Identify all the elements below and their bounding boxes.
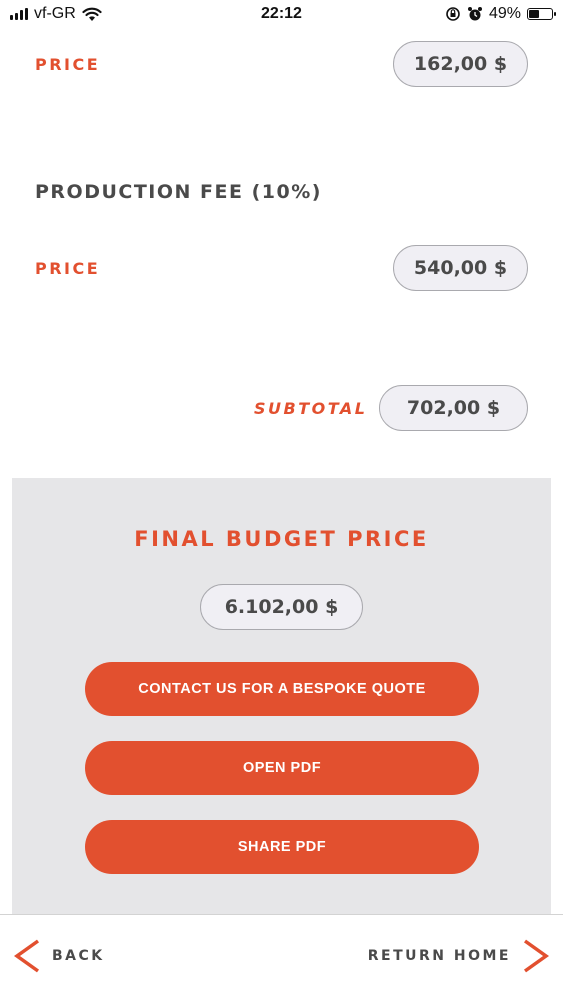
final-budget-title: FINAL BUDGET PRICE [134,527,429,551]
subtotal-value-field: 702,00 $ [379,385,528,431]
final-budget-value-field: 6.102,00 $ [200,584,363,630]
subtotal-label: SUBTOTAL [254,399,368,418]
open-pdf-button[interactable]: OPEN PDF [85,741,479,795]
back-label: BACK [52,948,105,964]
production-fee-price-label: PRICE [35,259,101,278]
chevron-right-icon [523,939,550,973]
share-pdf-button[interactable]: SHARE PDF [85,820,479,874]
chevron-left-icon [13,939,40,973]
price-value-field: 162,00 $ [393,41,528,87]
production-fee-heading: PRODUCTION FEE (10%) [35,181,322,203]
price-label: PRICE [35,55,101,74]
back-nav-button[interactable]: BACK [12,938,105,974]
battery-icon [527,8,556,20]
battery-level [529,10,539,18]
contact-bespoke-quote-button[interactable]: CONTACT US FOR A BESPOKE QUOTE [85,662,479,716]
bottom-nav-divider [0,914,563,915]
status-bar-right: 49% [445,5,556,23]
battery-percent: 49% [488,5,521,22]
alarm-clock-icon [467,7,482,21]
return-home-nav-button[interactable]: RETURN HOME [368,938,551,974]
return-home-label: RETURN HOME [367,948,511,964]
status-bar: vf-GR 22:12 49% [0,0,563,30]
production-fee-price-field: 540,00 $ [393,245,528,291]
orientation-lock-icon [446,7,460,21]
